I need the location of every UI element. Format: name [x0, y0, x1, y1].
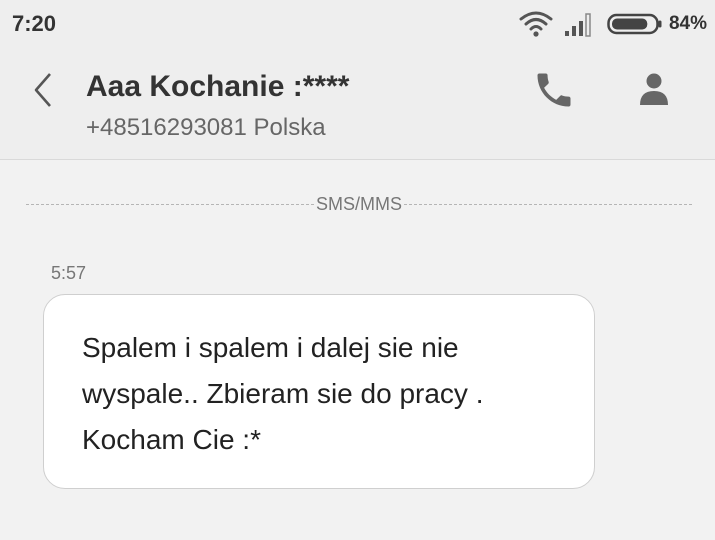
channel-divider: SMS/MMS	[26, 192, 693, 216]
divider-line-right	[404, 203, 693, 205]
battery-percent: 84%	[668, 13, 707, 34]
channel-label: SMS/MMS	[316, 193, 403, 214]
signal-icon	[564, 13, 591, 37]
status-bar: 7:20 84%	[0, 0, 715, 48]
battery-icon	[607, 13, 662, 35]
message-timestamp: 5:57	[51, 263, 87, 283]
wifi-icon	[519, 11, 553, 37]
contact-phone-number: +48516293081 Polska	[86, 114, 326, 141]
back-chevron-icon[interactable]	[26, 68, 62, 112]
status-time: 7:20	[12, 11, 57, 36]
message-text: Spalem i spalem i dalej sie nie wyspale.…	[82, 332, 484, 455]
message-bubble[interactable]: Spalem i spalem i dalej sie nie wyspale.…	[43, 294, 595, 489]
divider-line-left	[26, 203, 314, 205]
status-icons: 84%	[519, 9, 707, 39]
person-icon[interactable]	[632, 68, 676, 112]
contact-name[interactable]: Aaa Kochanie :****	[86, 70, 349, 104]
conversation-header: Aaa Kochanie :**** +48516293081 Polska	[0, 48, 715, 160]
phone-icon[interactable]	[532, 68, 576, 112]
